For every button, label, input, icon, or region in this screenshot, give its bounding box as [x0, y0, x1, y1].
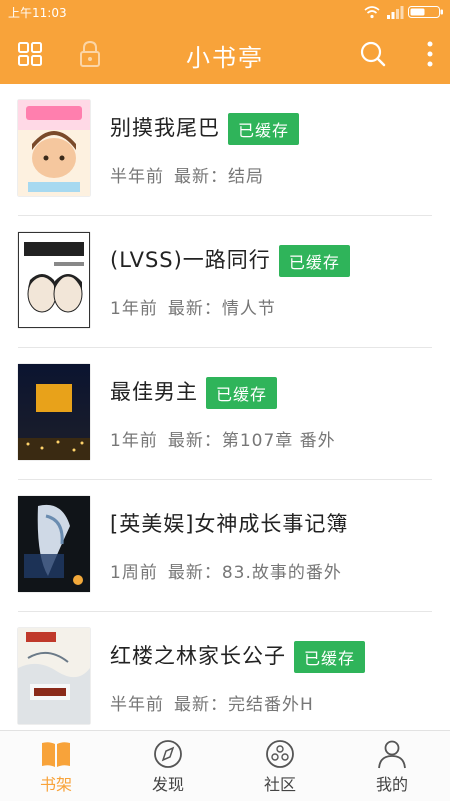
cached-badge: 已缓存 — [294, 641, 366, 673]
wifi-icon — [364, 6, 380, 19]
update-time: 半年前 — [110, 167, 164, 187]
book-item[interactable]: 别摸我尾巴 已缓存 半年前 最新：结局 — [0, 84, 450, 216]
update-time: 半年前 — [110, 695, 164, 715]
book-icon — [42, 742, 70, 767]
nav-item-discover[interactable]: 发现 — [112, 731, 224, 801]
book-title-text: [英美娱]女神成长事记簿 — [110, 512, 349, 536]
book-meta: 1周前 最新：83.故事的番外 — [110, 558, 342, 583]
book-item[interactable]: 红楼之林家长公子 已缓存 半年前 最新：完结番外H — [0, 612, 450, 730]
book-cover — [18, 232, 90, 328]
book-title: 别摸我尾巴 已缓存 — [110, 112, 300, 145]
latest-chapter: 最新：情人节 — [167, 299, 276, 319]
app-bar: 小书亭 — [0, 24, 450, 84]
book-meta: 半年前 最新：完结番外H — [110, 690, 314, 715]
nav-item-community[interactable]: 社区 — [224, 731, 336, 801]
nav-label: 我的 — [375, 775, 408, 794]
book-meta: 1年前 最新：第107章 番外 — [110, 426, 336, 451]
user-icon — [378, 740, 406, 769]
bottom-nav: 书架 发现 社区 我的 — [0, 730, 450, 801]
latest-chapter: 最新：83.故事的番外 — [167, 563, 342, 583]
book-title-text: 别摸我尾巴 — [110, 116, 220, 140]
battery-icon — [408, 6, 443, 18]
cached-badge: 已缓存 — [278, 245, 350, 277]
compass-icon — [154, 740, 182, 768]
status-bar: 上午11:03 — [0, 0, 450, 24]
community-icon — [266, 740, 294, 768]
nav-item-bookshelf[interactable]: 书架 — [0, 731, 112, 801]
update-time: 1周前 — [110, 563, 158, 583]
book-item[interactable]: (LVSS)一路同行 已缓存 1年前 最新：情人节 — [0, 216, 450, 348]
cached-badge: 已缓存 — [228, 113, 300, 145]
nav-label: 社区 — [263, 775, 296, 794]
book-cover — [18, 100, 90, 196]
nav-item-mine[interactable]: 我的 — [336, 731, 448, 801]
book-title-text: 红楼之林家长公子 — [110, 644, 286, 668]
book-cover — [18, 496, 90, 592]
signal-icon — [387, 6, 404, 19]
search-icon[interactable] — [360, 41, 386, 67]
book-title-text: (LVSS)一路同行 — [110, 248, 271, 272]
book-list: 别摸我尾巴 已缓存 半年前 最新：结局 (LVSS)一路同行 已缓存 1年前 最新：情人… — [0, 84, 450, 730]
book-title: [英美娱]女神成长事记簿 — [110, 508, 348, 538]
cached-badge: 已缓存 — [206, 377, 278, 409]
status-time: 上午11:03 — [8, 6, 67, 20]
book-item[interactable]: [英美娱]女神成长事记簿 1周前 最新：83.故事的番外 — [0, 480, 450, 612]
book-item[interactable]: 最佳男主 已缓存 1年前 最新：第107章 番外 — [0, 348, 450, 480]
book-cover — [18, 364, 90, 460]
book-title-text: 最佳男主 — [110, 380, 198, 404]
book-title: 最佳男主 已缓存 — [110, 376, 278, 409]
book-meta: 半年前 最新：结局 — [110, 162, 264, 187]
book-cover — [18, 628, 90, 724]
more-vertical-icon[interactable] — [426, 41, 434, 67]
book-meta: 1年前 最新：情人节 — [110, 294, 276, 319]
latest-chapter: 最新：结局 — [174, 167, 264, 187]
latest-chapter: 最新：完结番外H — [174, 695, 314, 715]
nav-label: 书架 — [39, 775, 72, 794]
book-title: 红楼之林家长公子 已缓存 — [110, 640, 366, 673]
nav-label: 发现 — [151, 775, 184, 794]
update-time: 1年前 — [110, 431, 158, 451]
latest-chapter: 最新：第107章 番外 — [167, 431, 336, 451]
update-time: 1年前 — [110, 299, 158, 319]
book-title: (LVSS)一路同行 已缓存 — [110, 244, 350, 277]
